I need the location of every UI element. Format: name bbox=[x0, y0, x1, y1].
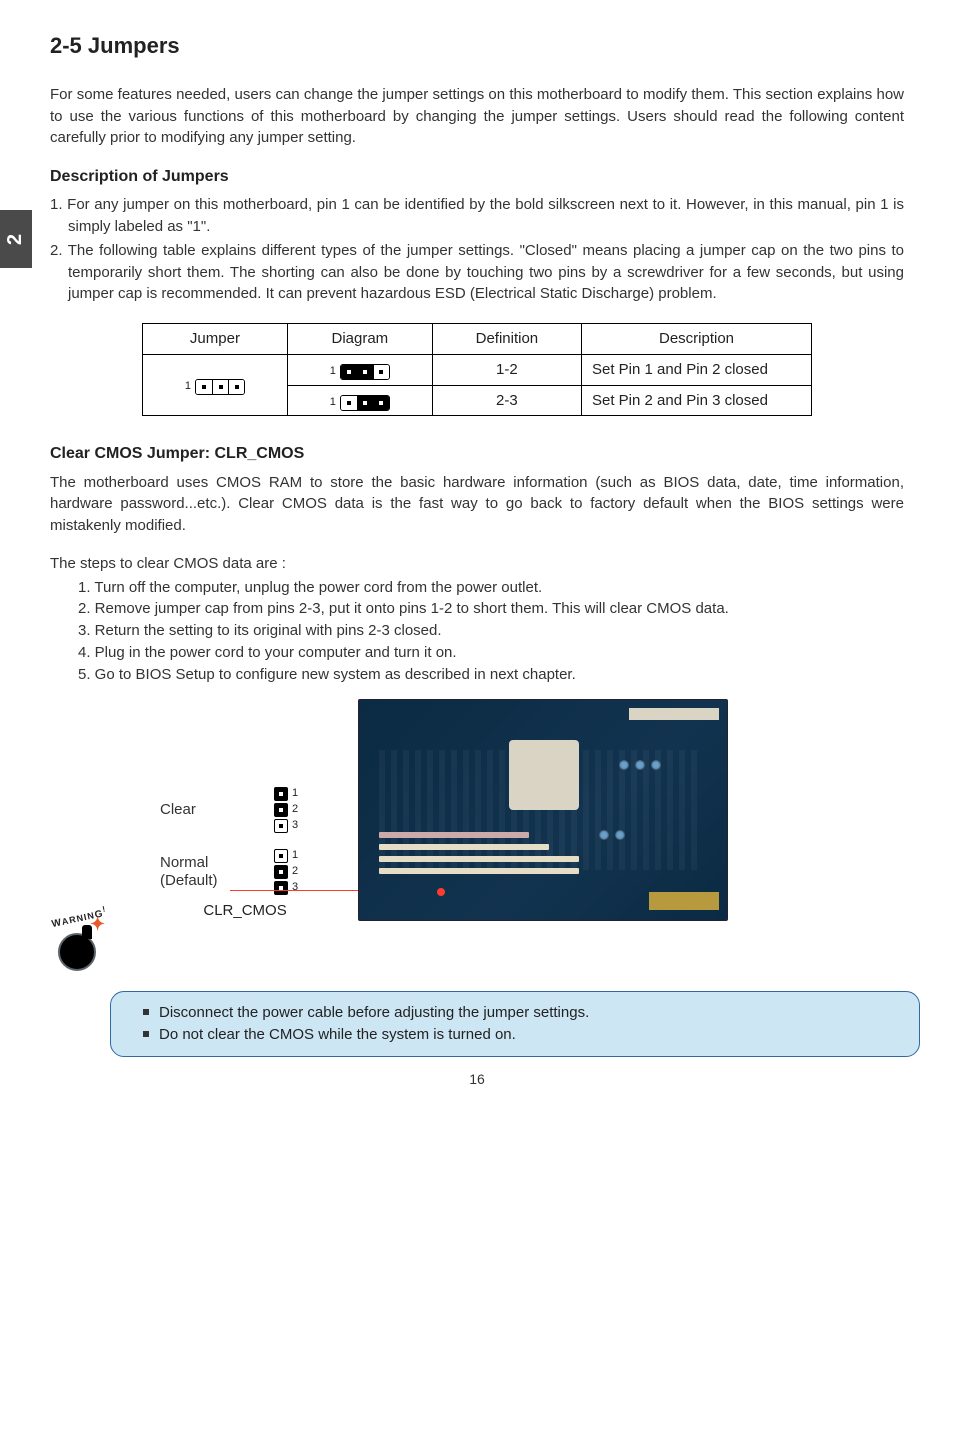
pin-open-icon bbox=[228, 380, 244, 394]
step-1: 1. Turn off the computer, unplug the pow… bbox=[78, 577, 904, 599]
normal-pins: 1 2 3 bbox=[274, 848, 298, 896]
description-23: Set Pin 2 and Pin 3 closed bbox=[582, 385, 812, 416]
definition-12: 1-2 bbox=[432, 354, 581, 385]
motherboard-image bbox=[358, 699, 728, 921]
normal-label: Normal (Default) bbox=[160, 854, 230, 890]
cmos-jumper-diagrams: Clear 1 2 3 Normal (Default) 1 2 3 CLR_ bbox=[160, 786, 298, 921]
table-row: 1 1 1-2 bbox=[143, 354, 812, 385]
jumper-table: Jumper Diagram Definition Description 1 … bbox=[142, 323, 812, 416]
steps-intro: The steps to clear CMOS data are : bbox=[50, 553, 904, 575]
bomb-icon bbox=[58, 933, 96, 971]
pin-closed-icon bbox=[274, 803, 288, 817]
jumper-location-marker-icon bbox=[437, 888, 445, 896]
jumper-diagram-base: 1 bbox=[185, 379, 245, 395]
pin-open-icon bbox=[274, 819, 288, 833]
callout-line-2: Do not clear the CMOS while the system i… bbox=[159, 1024, 516, 1046]
pin-open-icon bbox=[341, 396, 357, 410]
pin-open-icon bbox=[196, 380, 212, 394]
jumper-diagram-12: 1 bbox=[330, 364, 390, 380]
page-title: 2-5 Jumpers bbox=[50, 30, 904, 62]
pin-open-icon bbox=[212, 380, 228, 394]
cmos-paragraph: The motherboard uses CMOS RAM to store t… bbox=[50, 472, 904, 537]
section-tab: 2 bbox=[0, 210, 32, 268]
description-list: 1. For any jumper on this motherboard, p… bbox=[50, 194, 904, 305]
warning-callout: Disconnect the power cable before adjust… bbox=[110, 991, 920, 1057]
pin-number: 3 bbox=[292, 818, 298, 834]
pin-closed-icon bbox=[341, 365, 357, 379]
table-header-row: Jumper Diagram Definition Description bbox=[143, 324, 812, 355]
diagrams-row: Clear 1 2 3 Normal (Default) 1 2 3 CLR_ bbox=[50, 699, 904, 921]
jumper-diagram-23: 1 bbox=[330, 395, 390, 411]
clr-cmos-caption: CLR_CMOS bbox=[192, 900, 298, 922]
cmos-heading: Clear CMOS Jumper: CLR_CMOS bbox=[50, 442, 904, 465]
square-bullet-icon bbox=[143, 1031, 149, 1037]
pin-number: 2 bbox=[292, 864, 298, 880]
pin-closed-icon bbox=[274, 881, 288, 895]
pin-open-icon bbox=[274, 849, 288, 863]
step-4: 4. Plug in the power cord to your comput… bbox=[78, 642, 904, 664]
normal-line2: (Default) bbox=[160, 872, 218, 889]
pin-closed-icon bbox=[274, 787, 288, 801]
normal-line1: Normal bbox=[160, 854, 208, 871]
diagram-23-cell: 1 bbox=[287, 385, 432, 416]
pin-number: 2 bbox=[292, 802, 298, 818]
pin1-label: 1 bbox=[330, 364, 336, 380]
spark-icon: ✦ bbox=[90, 911, 105, 937]
description-heading: Description of Jumpers bbox=[50, 165, 904, 188]
pin-closed-icon bbox=[373, 396, 389, 410]
callout-line-1: Disconnect the power cable before adjust… bbox=[159, 1002, 589, 1024]
description-item-1: 1. For any jumper on this motherboard, p… bbox=[50, 194, 904, 238]
step-5: 5. Go to BIOS Setup to configure new sys… bbox=[78, 664, 904, 686]
description-12: Set Pin 1 and Pin 2 closed bbox=[582, 354, 812, 385]
th-description: Description bbox=[582, 324, 812, 355]
pin-closed-icon bbox=[357, 396, 373, 410]
th-diagram: Diagram bbox=[287, 324, 432, 355]
pin-open-icon bbox=[373, 365, 389, 379]
clear-label: Clear bbox=[160, 801, 230, 819]
clear-pins: 1 2 3 bbox=[274, 786, 298, 834]
steps-list: 1. Turn off the computer, unplug the pow… bbox=[78, 577, 904, 686]
section-tab-number: 2 bbox=[2, 233, 31, 244]
pin1-label: 1 bbox=[330, 395, 336, 411]
jumper-base-diagram-cell: 1 bbox=[143, 354, 288, 416]
definition-23: 2-3 bbox=[432, 385, 581, 416]
step-2: 2. Remove jumper cap from pins 2-3, put … bbox=[78, 598, 904, 620]
pin-number: 1 bbox=[292, 786, 298, 802]
pin-number: 3 bbox=[292, 880, 298, 896]
th-definition: Definition bbox=[432, 324, 581, 355]
step-3: 3. Return the setting to its original wi… bbox=[78, 620, 904, 642]
pin-number: 1 bbox=[292, 848, 298, 864]
intro-paragraph: For some features needed, users can chan… bbox=[50, 84, 904, 149]
square-bullet-icon bbox=[143, 1009, 149, 1015]
page-number: 16 bbox=[50, 1069, 904, 1089]
pin-closed-icon bbox=[274, 865, 288, 879]
th-jumper: Jumper bbox=[143, 324, 288, 355]
diagram-12-cell: 1 bbox=[287, 354, 432, 385]
pin-closed-icon bbox=[357, 365, 373, 379]
warning-badge: WARNING! ✦ bbox=[46, 909, 116, 979]
pin1-label: 1 bbox=[185, 379, 191, 395]
description-item-2: 2. The following table explains differen… bbox=[50, 240, 904, 305]
